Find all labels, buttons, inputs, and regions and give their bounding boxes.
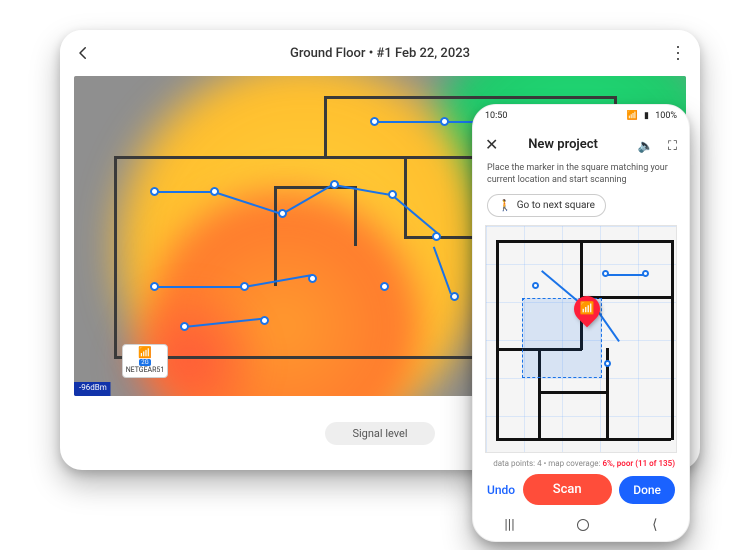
phone-map[interactable]: 📶 xyxy=(485,225,677,453)
more-icon[interactable]: ⋯ xyxy=(668,44,686,62)
visualization-selector[interactable]: Signal level xyxy=(325,422,435,445)
back-icon[interactable]: ⟨ xyxy=(652,517,657,533)
close-icon[interactable]: ✕ xyxy=(485,135,498,154)
wifi-icon: 📶 xyxy=(627,111,638,121)
router-band: 2G xyxy=(139,359,150,366)
chip-label: Go to next square xyxy=(517,200,595,211)
scan-button[interactable]: Scan xyxy=(523,474,612,505)
phone-actions: Undo Scan Done xyxy=(473,468,689,505)
sound-icon[interactable]: 🔈 xyxy=(638,139,654,154)
signal-icon: ▮ xyxy=(644,111,649,121)
walking-icon: 🚶 xyxy=(498,199,512,212)
next-square-chip[interactable]: 🚶 Go to next square xyxy=(487,194,606,217)
android-navbar: ||| ⟨ xyxy=(473,509,689,541)
phone-statusbar: 10:50 📶 ▮ 100% xyxy=(473,105,689,127)
page-title: Ground Floor • #1 Feb 22, 2023 xyxy=(60,46,700,61)
phone-stats: data points: 4 • map coverage: 6%, poor … xyxy=(473,453,689,468)
undo-button[interactable]: Undo xyxy=(487,483,515,497)
stat-coverage-detail: , poor (11 of 135) xyxy=(613,459,675,468)
phone-title: New project xyxy=(528,137,598,152)
wifi-icon: 📶 xyxy=(125,347,165,358)
home-icon[interactable] xyxy=(577,519,589,531)
title-floor: Ground Floor xyxy=(290,46,366,61)
battery-label: 100% xyxy=(655,111,677,121)
location-pin[interactable]: 📶 xyxy=(574,296,600,322)
stat-coverage-pct: 6% xyxy=(602,459,612,468)
router-badge[interactable]: 📶 2G NETGEAR51 xyxy=(122,344,168,378)
phone-header: ✕ New project 🔈 ⛶ xyxy=(473,127,689,161)
title-scan: #1 Feb 22, 2023 xyxy=(377,46,470,61)
hint-text: Place the marker in the square matching … xyxy=(473,161,689,194)
done-button[interactable]: Done xyxy=(619,476,675,504)
recents-icon[interactable]: ||| xyxy=(504,517,514,533)
wifi-icon: 📶 xyxy=(574,296,600,320)
expand-icon[interactable]: ⛶ xyxy=(668,139,677,154)
back-icon[interactable] xyxy=(74,44,92,62)
tablet-header: Ground Floor • #1 Feb 22, 2023 ⋯ xyxy=(60,30,700,76)
router-name: NETGEAR51 xyxy=(125,366,165,374)
phone-device: 10:50 📶 ▮ 100% ✕ New project 🔈 ⛶ Place t… xyxy=(472,104,690,542)
status-time: 10:50 xyxy=(485,111,507,121)
scale-min: -96dBm xyxy=(76,382,110,393)
